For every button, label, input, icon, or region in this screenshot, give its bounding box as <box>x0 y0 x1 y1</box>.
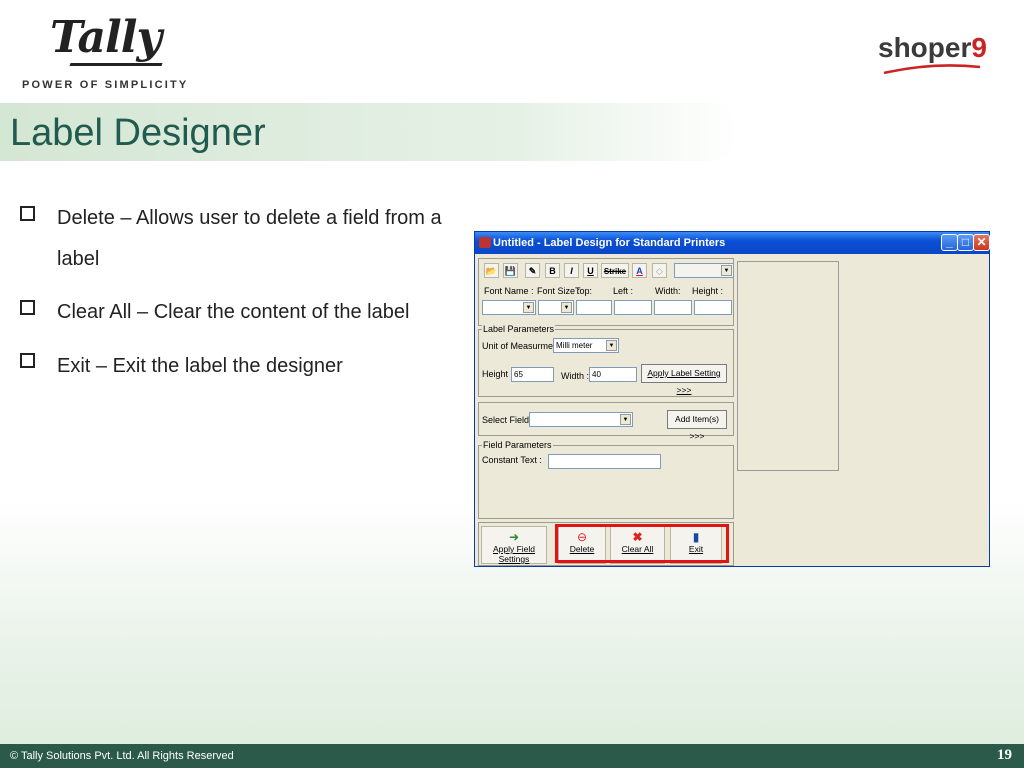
arrow-icon: ➜ <box>508 530 520 544</box>
font-size-select[interactable]: ▼ <box>538 300 574 315</box>
footer-bar: © Tally Solutions Pvt. Ltd. All Rights R… <box>0 744 1024 768</box>
chevron-down-icon: ▼ <box>721 265 732 276</box>
strike-button[interactable]: Strike <box>601 263 629 278</box>
font-name-label: Font Name : <box>484 286 534 296</box>
bullet-exit: Exit – Exit the label the designer <box>20 345 480 387</box>
width-input[interactable] <box>654 300 692 315</box>
field-parameters-legend: Field Parameters <box>482 440 553 450</box>
top-label: Top: <box>575 286 593 296</box>
constant-text-input[interactable] <box>548 454 661 469</box>
bullet-delete: Delete – Allows user to delete a field f… <box>20 198 480 280</box>
shoper-logo-number: 9 <box>971 32 987 63</box>
font-color-button[interactable]: A <box>632 263 647 278</box>
tally-logo: Tally <box>50 12 162 63</box>
apply-field-settings-button[interactable]: ➜ Apply Field Settings <box>481 526 547 564</box>
checkbox-bullet-icon <box>20 206 35 221</box>
copyright-text: © Tally Solutions Pvt. Ltd. All Rights R… <box>10 750 234 762</box>
chevron-down-icon: ▼ <box>606 340 617 351</box>
add-items-button[interactable]: Add Item(s) >>> <box>667 410 727 441</box>
window-titlebar: Untitled - Label Design for Standard Pri… <box>475 232 990 254</box>
brand-swoosh <box>883 64 981 74</box>
close-button[interactable]: ✕ <box>973 234 990 251</box>
font-name-select[interactable]: ▼ <box>482 300 536 315</box>
bullet-list: Delete – Allows user to delete a field f… <box>20 198 480 399</box>
chevron-down-icon: ▼ <box>523 302 534 313</box>
label-design-window: Untitled - Label Design for Standard Pri… <box>474 231 990 567</box>
label-parameters-legend: Label Parameters <box>482 324 556 334</box>
page-number: 19 <box>997 747 1012 763</box>
chevron-down-icon: ▼ <box>561 302 572 313</box>
label-parameters-group: Label Parameters Unit of Measurment : Mi… <box>478 324 734 397</box>
bullet-text: Exit – Exit the label the designer <box>57 355 343 377</box>
open-icon[interactable]: 📂 <box>484 263 499 278</box>
checkbox-bullet-icon <box>20 353 35 368</box>
tagline: POWER OF SIMPLICITY <box>22 79 189 91</box>
font-size-label: Font Size : <box>537 286 581 296</box>
left-label: Left : <box>613 286 634 296</box>
underline-button[interactable]: U <box>583 263 598 278</box>
shoper-logo-text: shoper <box>878 32 972 63</box>
width-label: Width: <box>655 286 681 296</box>
field-parameters-group: Field Parameters Constant Text : <box>478 440 734 519</box>
highlight-box <box>555 524 729 563</box>
apply-field-settings-label: Apply Field Settings <box>492 544 536 564</box>
select-fields-dropdown[interactable]: ▼ <box>529 412 633 427</box>
save-icon[interactable]: 💾 <box>503 263 518 278</box>
label-preview-area[interactable] <box>737 261 839 471</box>
minimize-button[interactable]: _ <box>941 234 958 251</box>
window-title: Untitled - Label Design for Standard Pri… <box>493 237 726 249</box>
italic-button[interactable]: I <box>564 263 579 278</box>
select-fields-group: Select Fields: ▼ Add Item(s) >>> <box>478 402 734 441</box>
height-label: Height : <box>692 286 724 296</box>
unit-select[interactable]: Milli meter ▼ <box>553 338 619 353</box>
height-param-input[interactable]: 65 <box>511 367 554 382</box>
bullet-text: Clear All – Clear the content of the lab… <box>57 301 410 323</box>
constant-text-label: Constant Text : <box>482 455 542 465</box>
toolbar-dropdown[interactable]: ▼ <box>674 263 734 278</box>
top-input[interactable] <box>576 300 612 315</box>
logo-underline <box>69 63 163 66</box>
height-input[interactable] <box>694 300 732 315</box>
select-fields-label: Select Fields: <box>482 415 537 425</box>
edit-icon[interactable]: ✎ <box>525 263 540 278</box>
width-param-label: Width : <box>561 371 590 381</box>
height-param-label: Height : <box>482 369 514 379</box>
bullet-text: Delete – Allows user to delete a field f… <box>57 207 442 270</box>
width-param-input[interactable]: 40 <box>589 367 637 382</box>
format-panel: 📂 💾 ✎ B I U Strike A ◇ ▼ Font Name : Fon… <box>478 258 734 326</box>
maximize-button[interactable]: □ <box>957 234 974 251</box>
chevron-down-icon: ▼ <box>620 414 631 425</box>
bullet-clear-all: Clear All – Clear the content of the lab… <box>20 292 480 333</box>
page-title: Label Designer <box>10 112 266 154</box>
apply-label-setting-button[interactable]: Apply Label Setting >>> <box>641 364 727 395</box>
shoper-logo: shoper9 <box>878 32 987 64</box>
disabled-tool-icon: ◇ <box>652 263 667 278</box>
checkbox-bullet-icon <box>20 300 35 315</box>
bold-button[interactable]: B <box>545 263 560 278</box>
unit-value: Milli meter <box>556 341 593 350</box>
left-input[interactable] <box>614 300 652 315</box>
app-icon <box>479 237 491 248</box>
